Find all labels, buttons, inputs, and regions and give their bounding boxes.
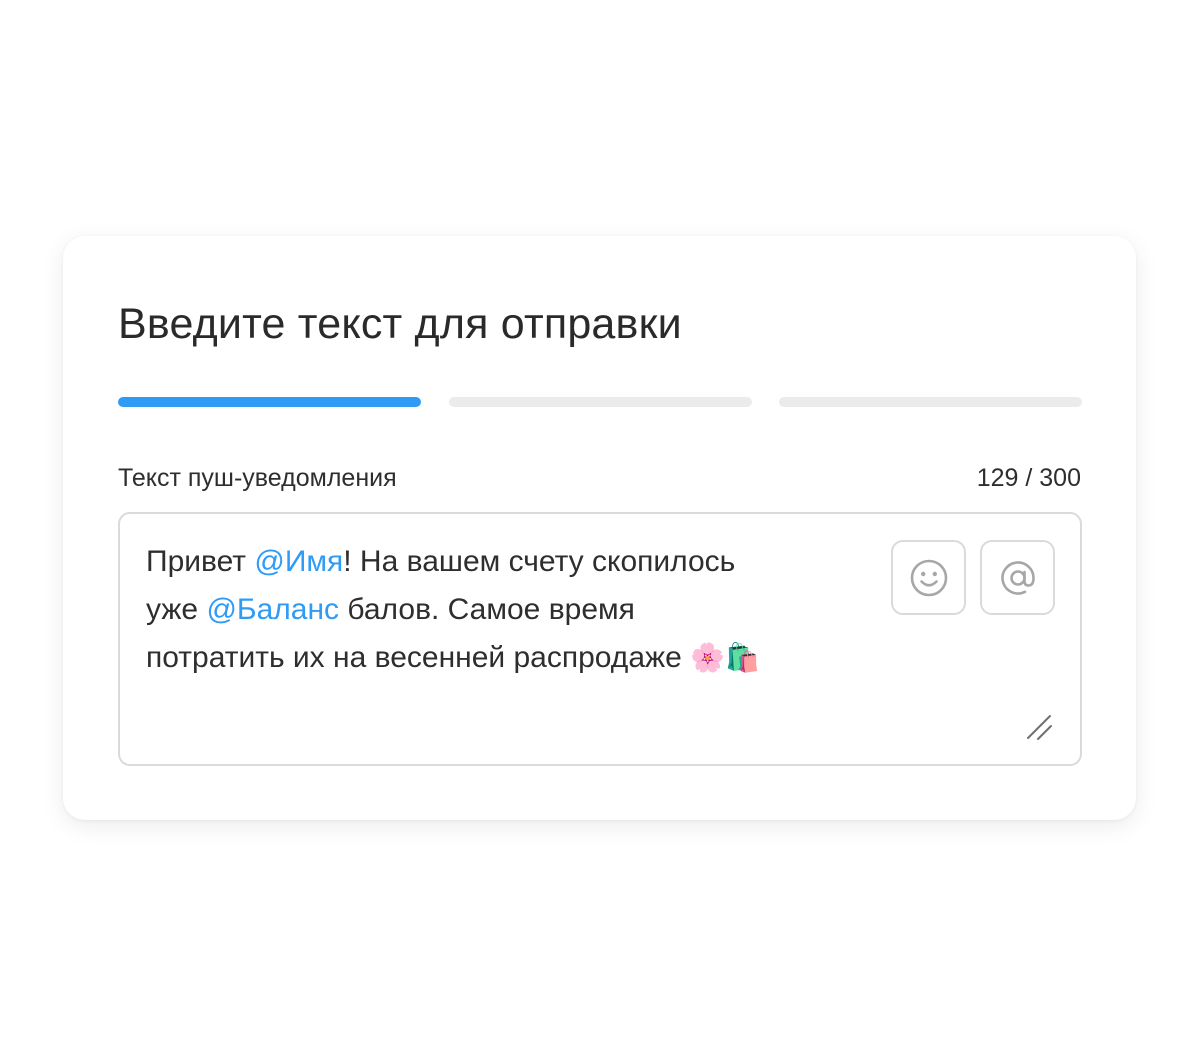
step-3-indicator [779, 397, 1082, 407]
message-text[interactable]: Привет @Имя! На вашем счету скопилось уже… [146, 538, 866, 682]
emoji-button[interactable] [891, 540, 966, 615]
step-2-indicator [449, 397, 752, 407]
resize-handle-icon[interactable] [1026, 714, 1054, 742]
message-text-part: балов. Самое время [339, 593, 635, 626]
mention-button[interactable] [980, 540, 1055, 615]
message-emoji: 🌸🛍️ [690, 642, 760, 673]
smiley-icon [910, 559, 947, 596]
step-progress [118, 397, 1082, 407]
field-label: Текст пуш-уведомления [118, 464, 397, 492]
message-text-part: потратить их на весенней распродаже [146, 641, 691, 674]
page-title: Введите текст для отправки [118, 300, 682, 348]
push-text-card: Введите текст для отправки Текст пуш-уве… [63, 236, 1136, 820]
variable-balance-tag[interactable]: @Баланс [206, 593, 339, 626]
push-text-textarea[interactable]: Привет @Имя! На вашем счету скопилось уже… [118, 512, 1082, 766]
character-counter: 129 / 300 [976, 464, 1081, 492]
message-text-part: ! На вашем счету скопилось [343, 545, 736, 578]
variable-name-tag[interactable]: @Имя [254, 545, 343, 578]
message-text-part: уже [146, 593, 207, 626]
message-text-part: Привет [146, 545, 255, 578]
step-1-indicator [118, 397, 421, 407]
at-sign-icon [1000, 560, 1035, 595]
